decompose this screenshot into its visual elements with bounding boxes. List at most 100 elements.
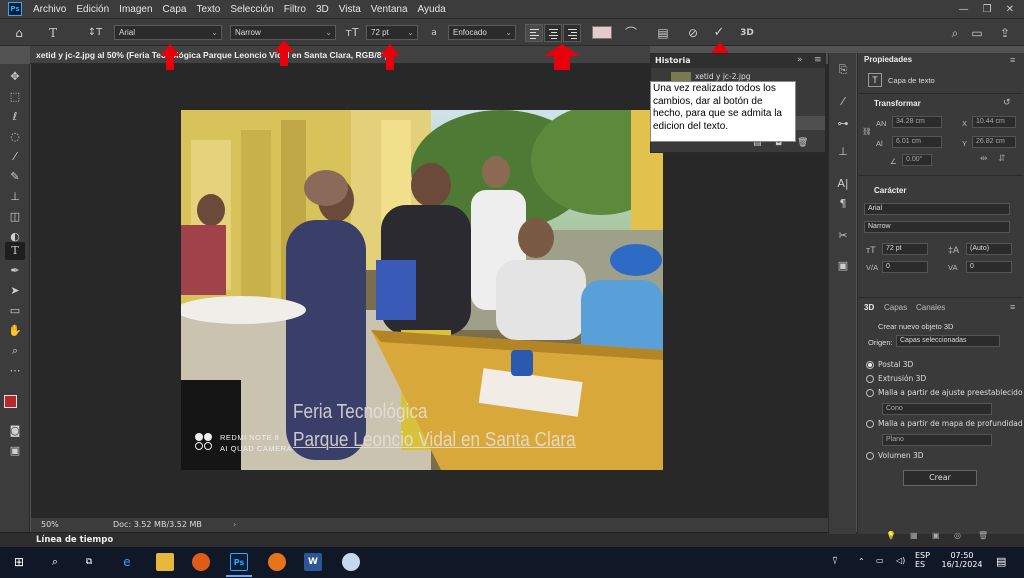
foreground-color-swatch[interactable] <box>4 395 17 408</box>
menu-texto[interactable]: Texto <box>191 4 225 15</box>
radio-preset-mesh[interactable] <box>866 389 874 397</box>
libraries-icon[interactable]: ▣ <box>834 257 852 275</box>
angle-field[interactable]: 0.00° <box>902 154 932 166</box>
text-layer[interactable]: Feria Tecnológica Parque Leoncio Vidal e… <box>293 398 576 454</box>
lasso-tool-icon[interactable]: ℓ <box>5 108 25 126</box>
search-icon[interactable]: ⌕ <box>46 553 64 571</box>
rectangle-tool-icon[interactable]: ▭ <box>5 302 25 320</box>
eraser-tool-icon[interactable]: ◫ <box>5 208 25 226</box>
menu-vista[interactable]: Vista <box>334 4 366 15</box>
share-icon[interactable]: ⇪ <box>996 24 1014 42</box>
trash-icon[interactable]: 🗑 <box>978 531 988 540</box>
kerning-field[interactable]: 0 <box>882 261 928 273</box>
commit-checkmark-icon[interactable]: ✓ <box>710 24 728 42</box>
tracking-field[interactable]: 0 <box>966 261 1012 273</box>
tab-3d[interactable]: 3D <box>864 303 874 312</box>
x-field[interactable]: 10.44 cm <box>972 116 1016 128</box>
reset-icon[interactable]: ↺ <box>1003 97 1011 108</box>
minimize-icon[interactable]: — <box>959 4 969 15</box>
brush-tool-icon[interactable]: ✎ <box>5 168 25 186</box>
light-bulb-icon[interactable]: 💡 <box>886 531 896 540</box>
antialias-select[interactable]: Enfocado ⌄ <box>448 25 516 40</box>
history-panel-icon[interactable]: ⎘ <box>834 61 852 79</box>
adjust-icon[interactable]: ◎ <box>954 531 961 540</box>
prop-font-family-select[interactable]: Arial <box>864 203 1010 215</box>
menu-capa[interactable]: Capa <box>158 4 192 15</box>
properties-tab[interactable]: Propiedades <box>864 55 912 64</box>
height-field[interactable]: 6.01 cm <box>892 136 942 148</box>
panel-menu-icon[interactable]: ≡ <box>1010 302 1015 312</box>
clone-source-icon[interactable]: ⊥ <box>834 143 852 161</box>
photoshop-taskbar-icon[interactable]: Ps <box>230 553 248 571</box>
hand-tool-icon[interactable]: ✋ <box>5 322 25 340</box>
people-icon[interactable]: ⍢ <box>832 556 838 567</box>
zoom-tool-icon[interactable]: ⌕ <box>5 342 25 360</box>
history-item[interactable]: xetid y jc-2.jpg <box>695 72 751 81</box>
origin-select[interactable]: Capas seleccionadas <box>896 335 1000 347</box>
zoom-level[interactable]: 50% <box>41 518 59 532</box>
cancel-icon[interactable]: ⊘ <box>684 24 702 42</box>
windows-start-icon[interactable]: ⊞ <box>10 553 28 571</box>
collapse-panel-icon[interactable]: » <box>797 55 803 65</box>
font-family-select[interactable]: Arial ⌄ <box>114 25 222 40</box>
paint-icon[interactable] <box>342 553 360 571</box>
toggle-text-orientation-icon[interactable]: ↕T <box>86 24 104 42</box>
new-3d-layer-icon[interactable]: ▣ <box>932 531 940 540</box>
font-style-select[interactable]: Narrow ⌄ <box>230 25 336 40</box>
width-field[interactable]: 34.28 cm <box>892 116 942 128</box>
workspace-icon[interactable]: ▭ <box>968 24 986 42</box>
clock[interactable]: 07:50 16/1/2024 <box>940 551 984 569</box>
media-player-icon[interactable] <box>268 553 286 571</box>
quick-mask-icon[interactable]: ◙ <box>5 422 25 440</box>
menu-edicion[interactable]: Edición <box>71 4 114 15</box>
warp-text-icon[interactable]: ⌒ <box>622 24 640 42</box>
character-section-title[interactable]: Carácter <box>874 186 906 195</box>
edge-browser-icon[interactable]: e <box>118 553 136 571</box>
close-icon[interactable]: ✕ <box>1006 4 1014 15</box>
font-size-select[interactable]: 72 pt ⌄ <box>366 25 418 40</box>
prop-font-style-select[interactable]: Narrow <box>864 221 1010 233</box>
depth-map-select[interactable]: Plano <box>882 434 992 446</box>
create-3d-button[interactable]: 3D <box>738 24 756 42</box>
align-left-button[interactable] <box>525 24 543 42</box>
volume-icon[interactable]: ◁) <box>896 556 905 565</box>
type-tool-icon[interactable]: T <box>5 242 25 260</box>
type-tool-preset-icon[interactable]: T <box>44 24 62 42</box>
notifications-icon[interactable]: ▤ <box>996 555 1006 568</box>
flip-horizontal-icon[interactable]: ⇹ <box>980 153 988 164</box>
text-color-swatch[interactable] <box>592 26 612 39</box>
quick-select-tool-icon[interactable]: ◌ <box>5 128 25 146</box>
character-icon[interactable]: A| <box>834 175 852 193</box>
home-icon[interactable]: ⌂ <box>10 24 28 42</box>
adjustments-icon[interactable]: ⊶ <box>834 115 852 133</box>
panel-menu-icon[interactable]: ≡ <box>1010 55 1015 65</box>
brush-settings-icon[interactable]: ⁄ <box>834 93 852 111</box>
transform-section-title[interactable]: Transformar <box>874 99 921 108</box>
radio-postal-3d[interactable] <box>866 361 874 369</box>
path-select-tool-icon[interactable]: ➤ <box>5 282 25 300</box>
leading-field[interactable]: (Auto) <box>966 243 1012 255</box>
mesh-icon[interactable]: ▦ <box>910 531 918 540</box>
restore-icon[interactable]: ❐ <box>983 4 992 15</box>
chevron-right-icon[interactable]: › <box>233 518 236 532</box>
prop-font-size-field[interactable]: 72 pt <box>882 243 928 255</box>
menu-3d[interactable]: 3D <box>311 4 334 15</box>
tools-preset-icon[interactable]: ✂ <box>834 227 852 245</box>
menu-ventana[interactable]: Ventana <box>366 4 413 15</box>
option-depth-map-mesh[interactable]: Malla a partir de mapa de profundidad <box>878 419 1023 428</box>
language-indicator[interactable]: ESP ES <box>915 551 930 569</box>
option-extrusion-3d[interactable]: Extrusión 3D <box>878 374 926 383</box>
radio-extrusion-3d[interactable] <box>866 375 874 383</box>
create-button[interactable]: Crear <box>903 470 977 486</box>
screen-mode-icon[interactable]: ▣ <box>5 442 25 460</box>
menu-filtro[interactable]: Filtro <box>279 4 311 15</box>
photo-canvas[interactable]: Feria Tecnológica Parque Leoncio Vidal e… <box>181 110 663 470</box>
link-icon[interactable]: ⛓ <box>862 127 872 136</box>
tab-canales[interactable]: Canales <box>916 303 945 312</box>
more-tools-icon[interactable]: ⋯ <box>5 362 25 380</box>
tab-capas[interactable]: Capas <box>884 303 907 312</box>
network-icon[interactable]: ▭ <box>876 556 884 565</box>
chevron-up-icon[interactable]: ⌃ <box>858 557 865 566</box>
option-preset-mesh[interactable]: Malla a partir de ajuste preestablecido <box>878 388 1023 397</box>
timeline-panel-tab[interactable]: Línea de tiempo <box>0 532 1024 547</box>
